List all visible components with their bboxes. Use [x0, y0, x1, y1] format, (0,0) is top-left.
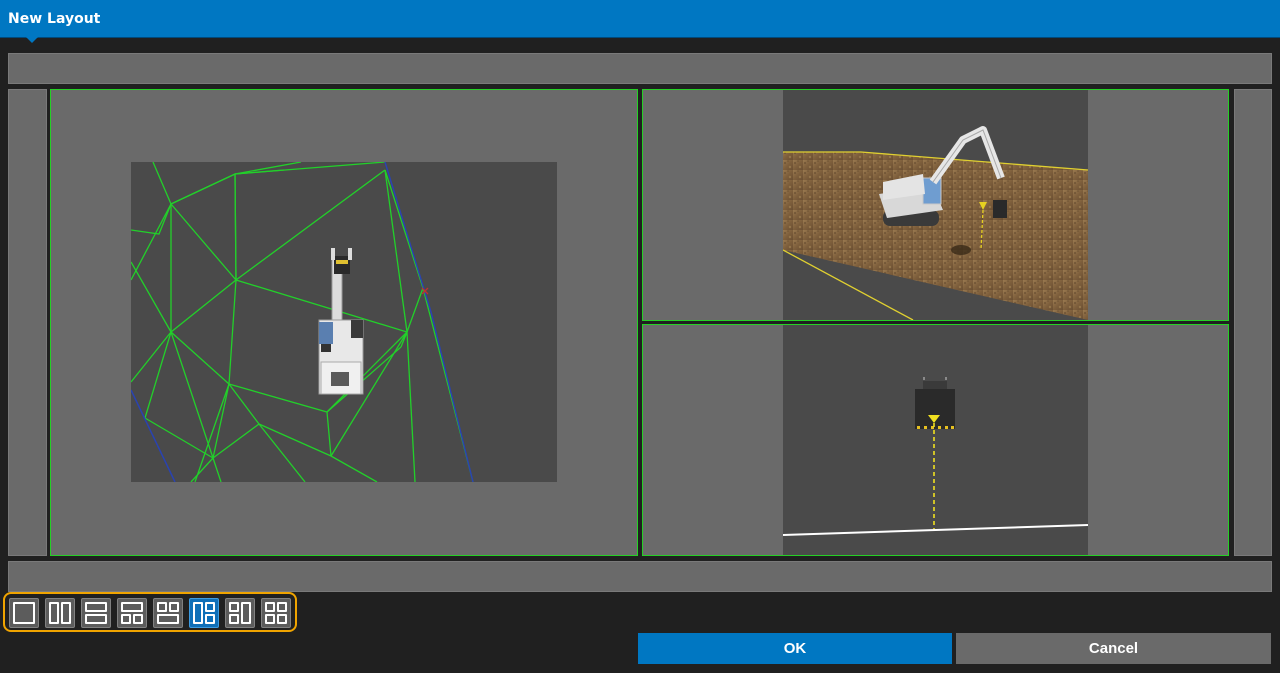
ok-button[interactable]: OK [638, 633, 952, 664]
layout-option-single[interactable] [9, 598, 39, 628]
bottom-dock-zone[interactable] [8, 561, 1272, 592]
bucket-view-render [783, 325, 1088, 555]
cancel-button[interactable]: Cancel [956, 633, 1271, 664]
perspective-view-render [783, 90, 1088, 320]
right-dock-zone[interactable] [1234, 89, 1272, 556]
viewport-perspective-view[interactable] [642, 89, 1229, 321]
plan-view-render [131, 162, 557, 482]
layout-option-two-columns[interactable] [45, 598, 75, 628]
viewport-bucket-view[interactable] [642, 324, 1229, 556]
layout-option-one-left-two-right[interactable] [189, 598, 219, 628]
left-dock-zone[interactable] [8, 89, 47, 556]
title-notch [26, 37, 38, 43]
layout-option-grid-four[interactable] [261, 598, 291, 628]
viewport-plan-view[interactable] [50, 89, 638, 556]
title-bar: New Layout [0, 0, 1280, 43]
layout-option-one-top-two-bottom[interactable] [117, 598, 147, 628]
layout-selector [3, 592, 297, 632]
top-dock-zone[interactable] [8, 53, 1272, 84]
title-underline [0, 37, 1280, 38]
layout-option-two-rows[interactable] [81, 598, 111, 628]
window-title: New Layout [8, 11, 101, 27]
layout-option-two-top-one-bottom[interactable] [153, 598, 183, 628]
layout-option-two-left-one-right[interactable] [225, 598, 255, 628]
